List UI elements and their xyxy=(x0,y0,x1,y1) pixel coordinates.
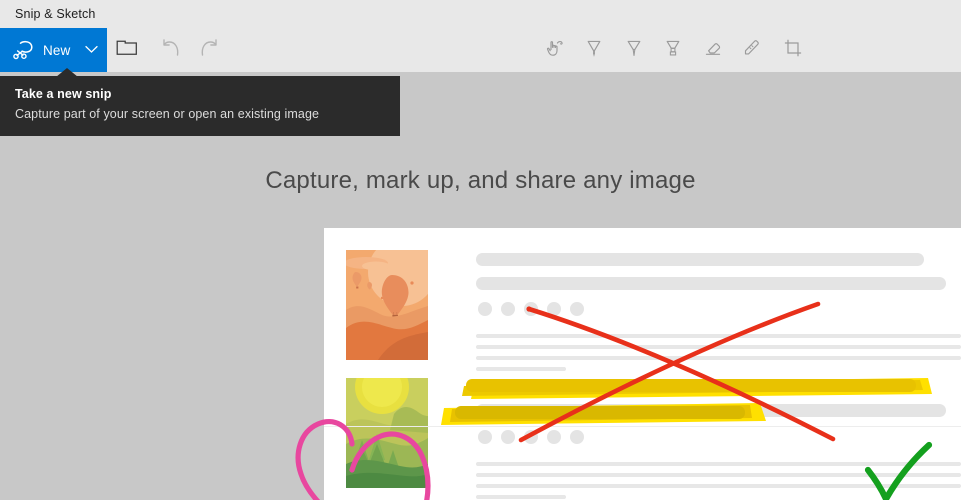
eraser-button[interactable] xyxy=(696,28,730,72)
placeholder-heading-bar xyxy=(476,253,924,266)
ruler-button[interactable] xyxy=(736,28,770,72)
placeholder-line xyxy=(476,367,566,371)
tooltip: Take a new snip Capture part of your scr… xyxy=(0,76,400,136)
placeholder-dot xyxy=(524,430,538,444)
ballpoint-pen-icon xyxy=(582,36,606,65)
toolbar: New xyxy=(0,28,961,73)
placeholder-line xyxy=(476,345,961,349)
ruler-icon xyxy=(740,36,766,65)
placeholder-dot xyxy=(570,302,584,316)
eraser-icon xyxy=(700,36,726,65)
chevron-down-icon xyxy=(84,41,98,59)
redo-button[interactable] xyxy=(191,28,225,72)
hero-headline: Capture, mark up, and share any image xyxy=(265,167,696,194)
placeholder-dot xyxy=(570,430,584,444)
placeholder-line xyxy=(476,484,961,488)
sample-document-card xyxy=(324,228,961,500)
new-snip-label: New xyxy=(43,42,71,58)
placeholder-dot xyxy=(501,302,515,316)
touch-writing-icon xyxy=(543,36,567,65)
section-divider xyxy=(324,426,961,427)
placeholder-dot xyxy=(547,430,561,444)
placeholder-dot xyxy=(524,302,538,316)
folder-icon xyxy=(116,39,138,62)
pencil-button[interactable] xyxy=(617,28,651,72)
placeholder-line xyxy=(476,473,961,477)
placeholder-line xyxy=(476,334,961,338)
new-snip-icon xyxy=(13,40,35,60)
placeholder-line xyxy=(476,495,566,499)
touch-writing-button[interactable] xyxy=(538,28,572,72)
app-title: Snip & Sketch xyxy=(15,7,96,21)
placeholder-dot xyxy=(478,430,492,444)
new-snip-dropdown-button[interactable] xyxy=(75,28,107,72)
placeholder-line xyxy=(476,356,961,360)
placeholder-dot xyxy=(501,430,515,444)
thumbnail-sunset-forest xyxy=(346,378,428,488)
tooltip-arrow xyxy=(56,68,78,77)
pencil-icon xyxy=(622,36,646,65)
highlighter-icon xyxy=(661,36,685,65)
placeholder-dot xyxy=(478,302,492,316)
ballpoint-pen-button[interactable] xyxy=(577,28,611,72)
tooltip-subtitle: Capture part of your screen or open an e… xyxy=(15,107,320,121)
snip-canvas[interactable]: Capture, mark up, and share any image xyxy=(0,72,961,500)
title-bar: Snip & Sketch xyxy=(0,0,961,28)
thumbnail-hot-air-balloon xyxy=(346,250,428,360)
snip-and-sketch-window: Snip & Sketch New Take a new snip Captur… xyxy=(0,0,961,500)
crop-button[interactable] xyxy=(776,28,810,72)
placeholder-dot xyxy=(547,302,561,316)
open-file-button[interactable] xyxy=(110,28,144,72)
highlighter-button[interactable] xyxy=(656,28,690,72)
tooltip-title: Take a new snip xyxy=(15,87,112,101)
placeholder-heading-bar xyxy=(476,277,946,290)
crop-icon xyxy=(781,36,805,65)
placeholder-heading-bar xyxy=(476,380,924,393)
placeholder-line xyxy=(476,462,961,466)
undo-arrow-icon xyxy=(161,38,183,63)
redo-arrow-icon xyxy=(197,38,219,63)
placeholder-heading-bar xyxy=(476,404,946,417)
undo-button[interactable] xyxy=(155,28,189,72)
